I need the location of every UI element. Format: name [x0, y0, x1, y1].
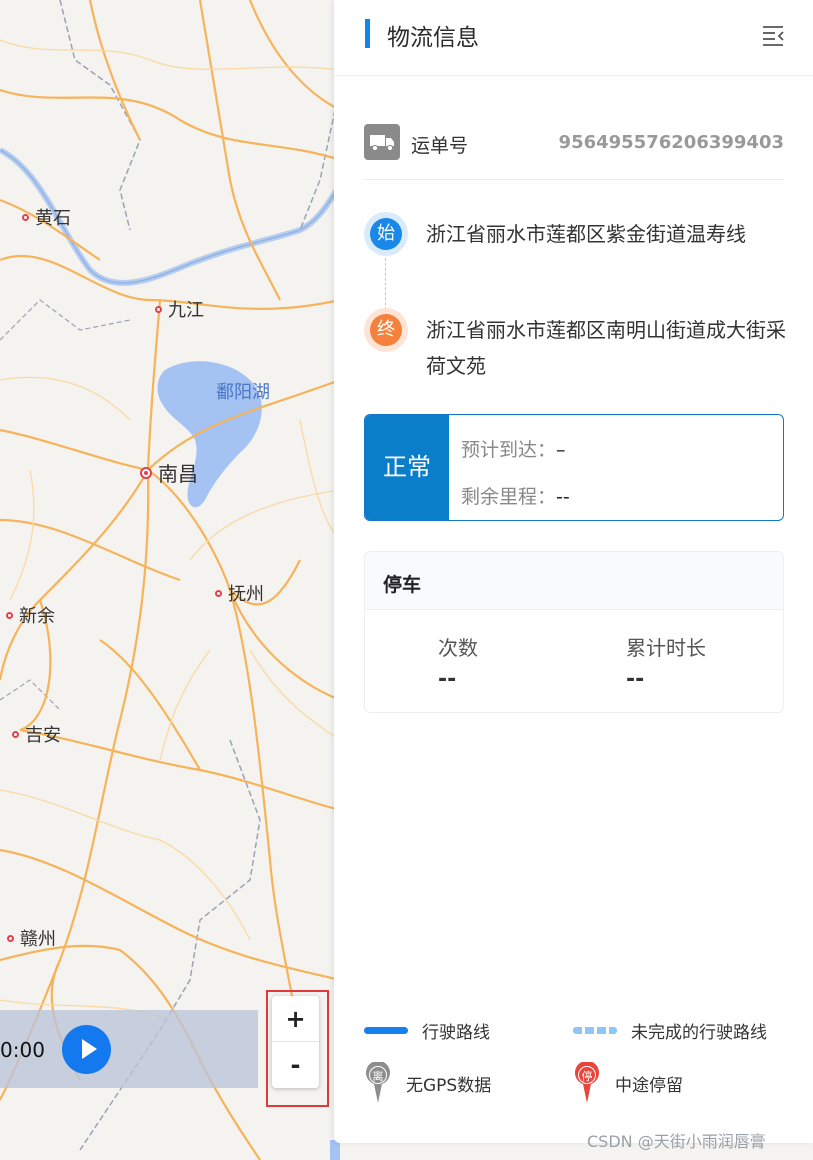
dashed-line-swatch — [573, 1027, 617, 1034]
waybill-label: 运单号 — [411, 135, 469, 157]
zoom-control: + - — [272, 996, 319, 1088]
eta-label: 预计到达： — [461, 439, 557, 461]
map-roads — [0, 0, 340, 1160]
parking-card: 停车 次数 -- 累计时长 -- — [364, 551, 784, 713]
playback-time: 0:00 — [0, 1038, 45, 1062]
map-legend: 行驶路线 未完成的行驶路线 离 无GPS数据 停 中途停留 — [364, 1010, 784, 1110]
city-xinyu: 新余 — [6, 602, 55, 628]
waybill-number: 956495576206399403 — [558, 132, 784, 153]
watermark: CSDN @天街小雨润唇膏 — [587, 1132, 766, 1151]
playback-bar: 0:00 — [0, 1010, 258, 1088]
truck-icon — [364, 124, 400, 160]
waybill-row: 运单号 956495576206399403 — [364, 124, 784, 180]
city-nanchang: 南昌 — [140, 458, 198, 487]
panel-title: 物流信息 — [387, 25, 479, 51]
stop-pin-icon: 停 — [575, 1062, 599, 1103]
parking-count: 次数 -- — [438, 632, 478, 692]
parking-title: 停车 — [383, 574, 422, 596]
status-card: 正常 预计到达：– 剩余里程：-- — [364, 414, 784, 521]
lake-label: 鄱阳湖 — [216, 382, 270, 403]
end-address: 浙江省丽水市莲都区南明山街道成大街采荷文苑 — [426, 318, 786, 378]
parking-duration-value: -- — [626, 667, 645, 692]
no-gps-pin-icon: 离 — [366, 1062, 390, 1103]
city-ganzhou: 赣州 — [7, 925, 56, 951]
eta-line: 预计到达：– — [461, 435, 566, 462]
svg-text:停: 停 — [582, 1069, 593, 1083]
logistics-panel: 物流信息 运单号 956495576206399403 始 浙江省丽水市莲都区紫… — [334, 0, 813, 1143]
parking-duration-label: 累计时长 — [626, 636, 706, 660]
eta-value: – — [556, 439, 566, 461]
start-address: 浙江省丽水市莲都区紫金街道温寿线 — [426, 222, 746, 246]
city-marker-icon — [22, 213, 29, 221]
city-marker-icon — [7, 934, 14, 942]
legend-driving: 行驶路线 — [364, 1018, 490, 1043]
capital-marker-icon — [140, 466, 152, 479]
parking-header — [365, 552, 783, 610]
status-badge: 正常 — [365, 415, 449, 520]
route-connector — [385, 258, 386, 310]
parking-duration: 累计时长 -- — [626, 632, 706, 692]
remaining-line: 剩余里程：-- — [461, 482, 570, 509]
panel-header: 物流信息 — [334, 0, 813, 76]
legend-stop: 停 中途停留 — [573, 1062, 683, 1104]
city-fuzhou: 抚州 — [215, 580, 264, 606]
svg-text:离: 离 — [373, 1069, 384, 1083]
city-marker-icon — [6, 611, 13, 619]
parking-count-label: 次数 — [438, 636, 478, 660]
zoom-in-button[interactable]: + — [272, 996, 319, 1042]
zoom-out-button[interactable]: - — [272, 1042, 319, 1088]
remaining-value: -- — [556, 486, 570, 508]
end-badge: 终 — [364, 308, 408, 352]
title-accent-bar — [365, 19, 370, 48]
legend-no-gps: 离 无GPS数据 — [364, 1062, 491, 1104]
legend-unfinished: 未完成的行驶路线 — [573, 1018, 767, 1043]
start-badge: 始 — [364, 212, 408, 256]
city-marker-icon — [12, 730, 19, 738]
solid-line-swatch — [364, 1027, 408, 1034]
remaining-label: 剩余里程： — [461, 486, 557, 508]
play-button[interactable] — [62, 1025, 111, 1074]
collapse-menu-icon[interactable] — [762, 24, 784, 46]
city-jiujiang: 九江 — [155, 296, 204, 322]
parking-count-value: -- — [438, 667, 457, 692]
city-huangshi: 黄石 — [22, 204, 71, 230]
city-marker-icon — [155, 305, 162, 313]
city-marker-icon — [215, 589, 222, 597]
city-jian: 吉安 — [12, 721, 61, 747]
